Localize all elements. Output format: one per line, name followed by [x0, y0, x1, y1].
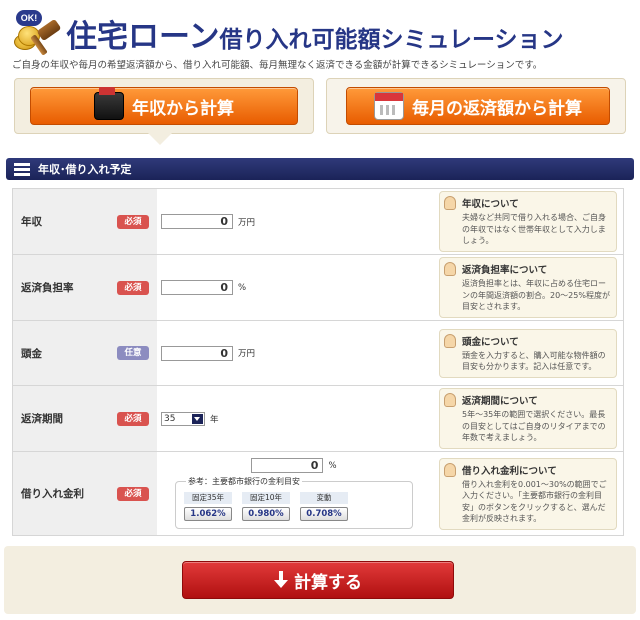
rate-input-line: 0 % — [251, 458, 337, 473]
field-label: 返済負担率 — [21, 282, 74, 294]
field-label: 年収 — [21, 216, 42, 228]
selected-value: 35 — [164, 413, 176, 424]
field-label: 返済期間 — [21, 413, 63, 425]
logo: OK! — [12, 10, 64, 56]
pointing-finger-icon — [444, 196, 456, 211]
help-text: 夫婦など共同で借り入れる場合、ご自身の年収ではなく世帯年収として入力しましょう。 — [462, 213, 606, 246]
help-cell: 年収について 夫婦など共同で借り入れる場合、ご自身の年収ではなく世帯年収として入… — [427, 189, 623, 254]
rate-input-cell: 0 % 参考：主要都市銀行の金利目安 固定35年 1.062% 固定10年 0.… — [157, 452, 427, 535]
help-box: 借り入れ金利について 借り入れ金利を0.001～30%の範囲でご入力ください。「… — [439, 457, 617, 530]
rate-option-fixed35: 固定35年 1.062% — [184, 492, 232, 521]
pointing-finger-icon — [444, 462, 456, 477]
field-label: 頭金 — [21, 347, 42, 360]
ok-badge: OK! — [16, 10, 42, 26]
rate-fixed35-button[interactable]: 1.062% — [184, 507, 232, 521]
down-payment-input[interactable]: 0 — [161, 345, 233, 361]
form-row-repayment-period: 返済期間 必須 35 年 返済期間について 5年～35年の範囲で選択ください。最… — [13, 385, 623, 451]
page-header: OK! 住宅ローン借り入れ可能額シミュレーション ご自身の年収や毎月の希望返済額… — [0, 0, 640, 71]
calc-from-income-button[interactable]: 年収から計算 — [30, 87, 298, 125]
section-header: 年収･借り入れ予定 — [6, 158, 634, 180]
help-title: 年収について — [462, 199, 519, 211]
form-row-interest-rate: 借り入れ金利 必須 0 % 参考：主要都市銀行の金利目安 固定35年 1.062… — [13, 451, 623, 535]
required-badge: 必須 — [117, 411, 149, 426]
help-title: 返済負担率について — [462, 265, 548, 277]
form-row-down-payment: 頭金 任意 0 万円 頭金について 頭金を入力すると、購入可能な物件額の目安も分… — [13, 320, 623, 385]
help-cell: 返済負担率について 返済負担率とは、年収に占める住宅ローンの年間返済額の割合。2… — [427, 255, 623, 320]
unit-label: 万円 — [238, 217, 256, 228]
pointing-finger-icon — [444, 393, 456, 408]
rate-option-label: 固定10年 — [242, 492, 290, 504]
repayment-period-select[interactable]: 35 — [161, 411, 205, 426]
help-title: 返済期間について — [462, 396, 538, 408]
annual-income-input[interactable]: 0 — [161, 214, 233, 229]
rate-option-fixed10: 固定10年 0.980% — [242, 492, 290, 521]
help-title: 頭金について — [462, 336, 519, 348]
rate-option-label: 変動 — [300, 492, 348, 504]
rate-label-cell: 借り入れ金利 必須 — [13, 452, 157, 535]
help-cell: 返済期間について 5年～35年の範囲で選択ください。最長の目安としてはご自身のリ… — [427, 386, 623, 451]
page-title-sub: 借り入れ可能額シミュレーション — [219, 26, 564, 52]
field-label: 借り入れ金利 — [21, 488, 84, 500]
rate-option-variable: 変動 0.708% — [300, 492, 348, 521]
help-text: 借り入れ金利を0.001～30%の範囲でご入力ください。「主要都市銀行の金利目安… — [462, 479, 607, 524]
interest-rate-input[interactable]: 0 — [251, 458, 324, 473]
period-input-cell: 35 年 — [157, 386, 427, 451]
arrow-down-icon — [274, 571, 288, 589]
calculate-label: 計算する — [294, 572, 362, 592]
income-label-cell: 年収 必須 — [13, 189, 157, 254]
required-badge: 必須 — [117, 280, 149, 295]
form-row-burden-ratio: 返済負担率 必須 0 % 返済負担率について 返済負担率とは、年収に占める住宅ロ… — [13, 254, 623, 320]
mode-selector: 年収から計算 毎月の返済額から計算 — [8, 78, 632, 148]
checklist-icon — [14, 162, 30, 176]
help-text: 返済負担率とは、年収に占める住宅ローンの年間返済額の割合。20～25%程度が目安… — [462, 279, 610, 312]
unit-label: % — [238, 282, 247, 293]
help-cell: 借り入れ金利について 借り入れ金利を0.001～30%の範囲でご入力ください。「… — [427, 452, 623, 535]
page-title: 住宅ローン借り入れ可能額シミュレーション — [66, 11, 564, 56]
help-cell: 頭金について 頭金を入力すると、購入可能な物件額の目安も分かります。記入は任意で… — [427, 321, 623, 385]
unit-label: % — [328, 460, 337, 471]
burden-input-cell: 0 % — [157, 255, 427, 320]
calculate-button[interactable]: 計算する — [182, 561, 454, 599]
rate-variable-button[interactable]: 0.708% — [300, 507, 348, 521]
help-title: 借り入れ金利について — [462, 465, 557, 477]
form-row-income: 年収 必須 0 万円 年収について 夫婦など共同で借り入れる場合、ご自身の年収で… — [13, 189, 623, 254]
down-payment-input-cell: 0 万円 — [157, 321, 427, 385]
income-input-cell: 0 万円 — [157, 189, 427, 254]
wallet-icon — [94, 87, 124, 120]
rate-reference-columns: 固定35年 1.062% 固定10年 0.980% 変動 0.708% — [184, 492, 406, 521]
calc-from-monthly-label: 毎月の返済額から計算 — [412, 98, 582, 118]
help-box: 返済期間について 5年～35年の範囲で選択ください。最長の目安としてはご自身のリ… — [439, 388, 617, 449]
required-badge: 必須 — [117, 486, 149, 501]
calc-from-monthly-button[interactable]: 毎月の返済額から計算 — [346, 87, 610, 125]
page-subtitle: ご自身の年収や毎月の希望返済額から、借り入れ可能額、毎月無理なく返済できる金額が… — [12, 60, 543, 71]
pointing-finger-icon — [444, 262, 456, 277]
section-title: 年収･借り入れ予定 — [38, 163, 132, 176]
page-title-main: 住宅ローン — [66, 19, 220, 54]
active-mode-pointer — [148, 133, 172, 145]
burden-ratio-input[interactable]: 0 — [161, 280, 233, 295]
rate-option-label: 固定35年 — [184, 492, 232, 504]
help-box: 年収について 夫婦など共同で借り入れる場合、ご自身の年収ではなく世帯年収として入… — [439, 191, 617, 252]
burden-label-cell: 返済負担率 必須 — [13, 255, 157, 320]
period-label-cell: 返済期間 必須 — [13, 386, 157, 451]
calc-from-income-label: 年収から計算 — [132, 98, 234, 118]
calendar-icon — [374, 92, 404, 120]
help-text: 5年～35年の範囲で選択ください。最長の目安としてはご自身のリタイアまでの年数で… — [462, 410, 606, 443]
rate-reference-title: 参考：主要都市銀行の金利目安 — [186, 476, 302, 487]
unit-label: 万円 — [238, 349, 256, 359]
optional-badge: 任意 — [117, 346, 149, 360]
rate-fixed10-button[interactable]: 0.980% — [242, 507, 290, 521]
help-box: 頭金について 頭金を入力すると、購入可能な物件額の目安も分かります。記入は任意で… — [439, 328, 617, 378]
rate-reference-box: 参考：主要都市銀行の金利目安 固定35年 1.062% 固定10年 0.980%… — [175, 476, 413, 529]
chevron-down-icon[interactable] — [192, 413, 203, 424]
unit-label: 年 — [210, 414, 219, 425]
simulation-form: 年収 必須 0 万円 年収について 夫婦など共同で借り入れる場合、ご自身の年収で… — [12, 188, 624, 536]
help-box: 返済負担率について 返済負担率とは、年収に占める住宅ローンの年間返済額の割合。2… — [439, 257, 617, 318]
down-payment-label-cell: 頭金 任意 — [13, 321, 157, 385]
required-badge: 必須 — [117, 214, 149, 229]
pointing-finger-icon — [444, 333, 456, 348]
help-text: 頭金を入力すると、購入可能な物件額の目安も分かります。記入は任意です。 — [462, 350, 606, 372]
